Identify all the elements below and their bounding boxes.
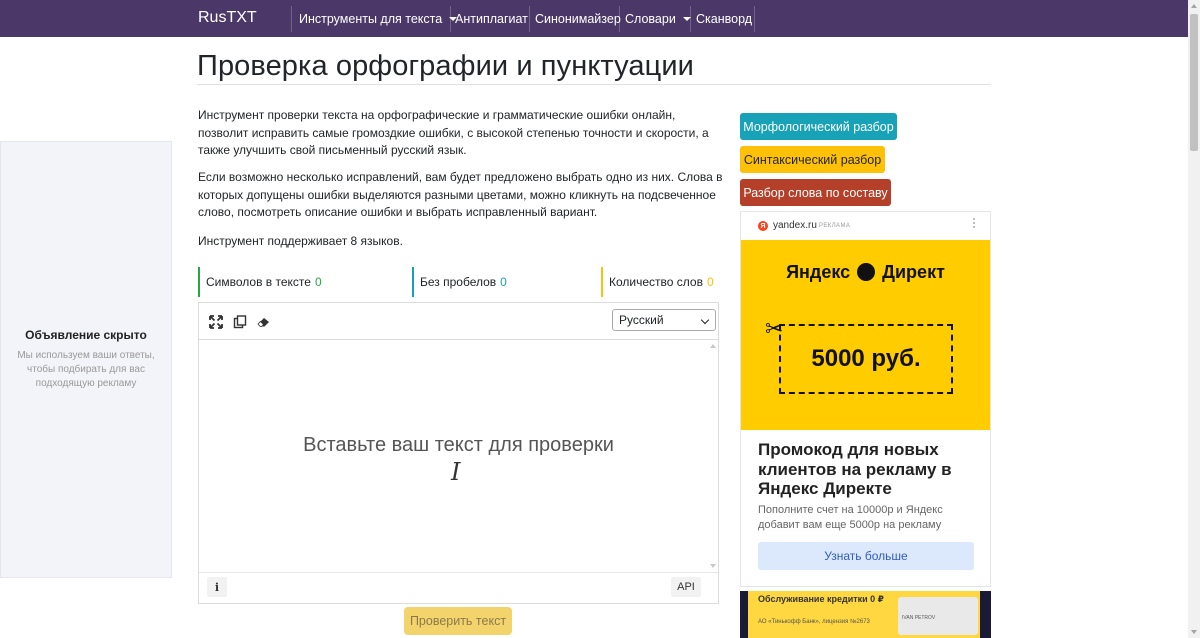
copy-icon[interactable] <box>233 315 247 329</box>
more-options-icon[interactable] <box>973 218 976 230</box>
top-navbar: RusTXT Инструменты для текста Антиплагиа… <box>0 0 1188 37</box>
chevron-down-icon <box>700 315 710 325</box>
counter-words: Количество слов 0 <box>601 267 714 297</box>
scroll-down-icon[interactable] <box>710 564 716 568</box>
nav-divider <box>619 6 620 32</box>
editor-placeholder: Вставьте ваш текст для проверки <box>303 434 614 456</box>
nav-item-label: Антиплагиат <box>455 11 528 26</box>
direct-logo-icon <box>857 263 876 281</box>
brand-logo[interactable]: RusTXT <box>198 9 257 27</box>
syntactic-analysis-button[interactable]: Синтаксический разбор <box>740 146 885 173</box>
fullscreen-icon[interactable] <box>209 315 223 329</box>
nav-item-label: Инструменты для текста <box>299 11 443 26</box>
scroll-thumb[interactable] <box>1190 14 1198 151</box>
description-paragraph: Если возможно несколько исправлений, вам… <box>198 170 723 219</box>
text-cursor-icon: I <box>451 458 461 486</box>
nav-divider <box>690 6 691 32</box>
ad-brand: Яндекс Директ <box>741 262 990 283</box>
nav-item-antiplagiat[interactable]: Антиплагиат <box>455 0 528 37</box>
ad-label: РЕКЛАМА <box>819 223 851 229</box>
ad2-banner: Обслуживание кредитки 0 ₽ IVAN PETROV АО… <box>748 591 980 638</box>
nav-item-label: Синонимайзер <box>535 11 621 26</box>
nav-divider <box>291 6 292 32</box>
ad-coupon: 5000 руб. <box>779 324 953 394</box>
ad-learn-more-button[interactable]: Узнать больше <box>758 542 974 570</box>
morphological-analysis-button[interactable]: Морфологический разбор <box>740 113 897 140</box>
eraser-icon[interactable] <box>257 315 271 329</box>
ad-banner[interactable]: Яндекс Директ ✂ 5000 руб. <box>741 240 990 430</box>
credit-card-image: IVAN PETROV <box>898 597 978 635</box>
text-editor: Русский Вставьте ваш текст для проверки … <box>198 302 719 604</box>
ad-body: Пополните счет на 10000р и Яндекс добави… <box>758 504 943 531</box>
bank-card-ad[interactable]: Обслуживание кредитки 0 ₽ IVAN PETROV АО… <box>740 591 991 638</box>
counter-label: Без пробелов <box>420 275 497 289</box>
language-select[interactable]: Русский <box>612 309 716 331</box>
counter-characters: Символов в тексте 0 <box>198 267 322 297</box>
nav-item-text-tools[interactable]: Инструменты для текста <box>299 0 458 37</box>
counter-label: Количество слов <box>609 275 703 289</box>
yandex-direct-ad[interactable]: Я yandex.ru РЕКЛАМА Яндекс Директ ✂ 5000… <box>740 211 991 587</box>
card-holder-name: IVAN PETROV <box>902 615 936 621</box>
word-composition-button[interactable]: Разбор слова по составу <box>740 179 891 206</box>
check-text-button[interactable]: Проверить текст <box>404 607 512 635</box>
counter-value: 0 <box>706 275 714 289</box>
ad-header: Я yandex.ru РЕКЛАМА <box>741 212 990 240</box>
nav-divider <box>450 6 451 32</box>
nav-divider <box>529 6 530 32</box>
nav-item-label: Словари <box>625 11 676 26</box>
ad-brand-right: Директ <box>882 262 945 282</box>
counter-value: 0 <box>500 275 507 289</box>
ad-coupon-amount: 5000 руб. <box>811 345 921 372</box>
scroll-up-icon[interactable] <box>710 344 716 348</box>
counter-label: Символов в тексте <box>206 275 311 289</box>
description-paragraph: Инструмент поддерживает 8 языков. <box>198 234 403 248</box>
api-button[interactable]: API <box>671 577 701 597</box>
scroll-down-icon[interactable] <box>1191 630 1197 634</box>
description-paragraph: Инструмент проверки текста на орфографич… <box>198 108 709 157</box>
ad-headline[interactable]: Промокод для новых клиентов на рекламу в… <box>758 440 978 499</box>
editor-scrollbar[interactable] <box>708 340 718 572</box>
yandex-logo-icon: Я <box>758 221 768 231</box>
nav-item-dictionaries[interactable]: Словари <box>625 0 691 37</box>
page-scrollbar[interactable] <box>1188 0 1200 638</box>
ad-brand-left: Яндекс <box>786 262 851 282</box>
language-select-value: Русский <box>619 313 664 327</box>
title-divider <box>197 84 991 85</box>
left-ad-title: Объявление скрыто <box>25 328 147 342</box>
text-input-area[interactable]: Вставьте ваш текст для проверки I <box>199 339 718 573</box>
ad-domain: yandex.ru <box>773 220 817 231</box>
left-ad-text: Мы используем ваши ответы, чтобы подбира… <box>17 350 155 389</box>
left-ad-placeholder: Объявление скрыто Мы используем ваши отв… <box>0 141 172 578</box>
nav-divider <box>754 6 755 32</box>
info-button[interactable]: i <box>207 577 227 597</box>
ad2-bank-text: АО «Тинькофф Банк», лицензия №2673 <box>758 619 870 625</box>
counter-no-spaces: Без пробелов 0 <box>412 267 507 297</box>
nav-item-label: Сканворд <box>696 11 753 26</box>
nav-item-scanword[interactable]: Сканворд <box>696 0 752 37</box>
counter-value: 0 <box>314 275 322 289</box>
page-title: Проверка орфографии и пунктуации <box>197 50 694 82</box>
nav-item-synonymizer[interactable]: Синонимайзер <box>535 0 621 37</box>
scroll-up-icon[interactable] <box>1191 4 1197 8</box>
ad2-text: Обслуживание кредитки 0 ₽ <box>758 594 884 604</box>
